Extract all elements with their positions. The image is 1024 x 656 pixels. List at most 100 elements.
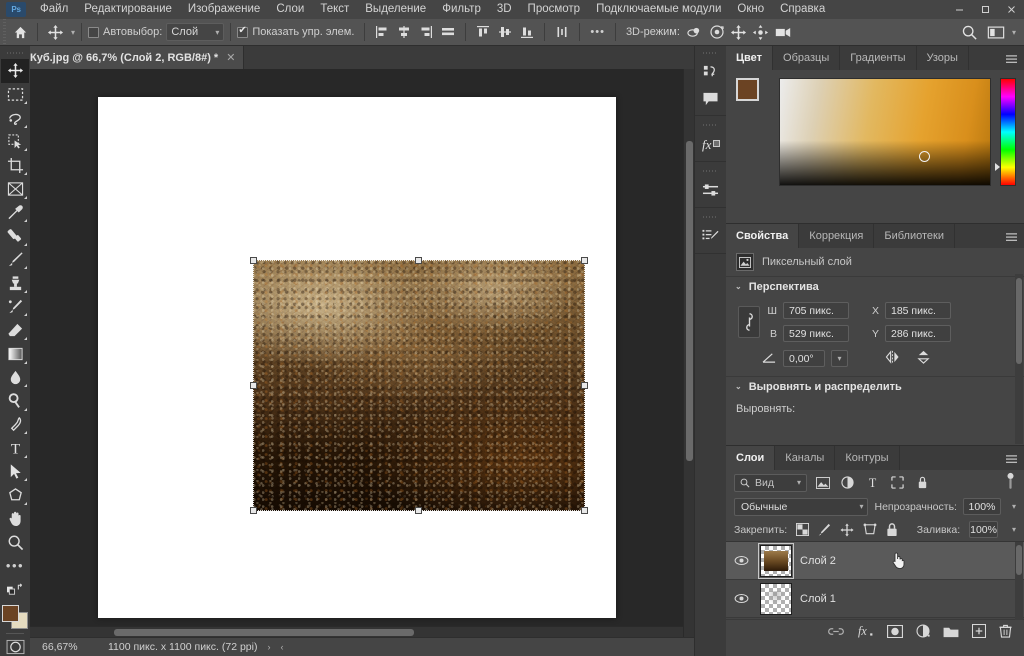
distribute-bottom-icon[interactable] [516, 21, 538, 43]
panel-menu-icon[interactable] [1005, 446, 1018, 470]
crop-tool[interactable] [1, 153, 29, 177]
align-section-header[interactable]: ⌄ Выровнять и распределить [726, 376, 1024, 396]
tab-adjustments[interactable]: Коррекция [799, 224, 875, 248]
menu-3d[interactable]: 3D [489, 0, 520, 19]
show-controls-checkbox[interactable] [237, 25, 249, 38]
lock-image-pixels-icon[interactable] [818, 521, 831, 538]
filter-toggle-icon[interactable] [1005, 472, 1016, 493]
clone-stamp-tool[interactable] [1, 271, 29, 295]
history-icon[interactable] [697, 59, 725, 85]
maximize-button[interactable] [972, 0, 998, 19]
workspace-chevron-icon[interactable]: ▾ [1012, 28, 1016, 37]
align-top-edges-icon[interactable] [437, 21, 459, 43]
tab-channels[interactable]: Каналы [775, 446, 836, 470]
close-icon[interactable]: ✕ [226, 51, 235, 64]
rectangular-marquee-tool[interactable] [1, 83, 29, 107]
distribute-vertical-centers-icon[interactable] [494, 21, 516, 43]
panel-menu-icon[interactable] [1005, 224, 1018, 248]
tab-layers[interactable]: Слои [726, 446, 776, 470]
gradient-tool[interactable] [1, 342, 29, 366]
home-icon[interactable] [9, 21, 31, 43]
scrollbar-thumb[interactable] [1016, 278, 1022, 364]
tab-patterns[interactable]: Узоры [916, 46, 969, 70]
lock-artboard-icon[interactable] [863, 521, 877, 538]
menu-view[interactable]: Просмотр [520, 0, 589, 19]
menu-plugins[interactable]: Подключаемые модули [588, 0, 729, 19]
flip-horizontal-icon[interactable] [880, 350, 905, 367]
link-layers-icon[interactable] [828, 626, 844, 637]
align-right-edges-icon[interactable] [415, 21, 437, 43]
tab-swatches[interactable]: Образцы [773, 46, 841, 70]
rail-grip[interactable] [703, 213, 718, 222]
panel-menu-icon[interactable] [1005, 46, 1018, 70]
status-expand-icon[interactable]: › [267, 642, 270, 652]
menu-help[interactable]: Справка [772, 0, 833, 19]
rail-grip[interactable] [703, 121, 718, 130]
transform-handle-bottom-right[interactable] [581, 507, 588, 514]
transform-handle-middle-right[interactable] [581, 382, 588, 389]
more-options-button[interactable]: ••• [586, 26, 609, 38]
x-position-field[interactable]: 185 пикс. [885, 302, 951, 319]
object-selection-tool[interactable] [1, 130, 29, 154]
menu-text[interactable]: Текст [312, 0, 357, 19]
angle-dropdown[interactable]: ▾ [831, 350, 848, 367]
move-tool-preset-caret-icon[interactable]: ▾ [71, 28, 75, 37]
type-tool[interactable]: T [1, 436, 29, 460]
default-colors-swap-icons[interactable] [1, 578, 29, 602]
menu-select[interactable]: Выделение [357, 0, 434, 19]
layer-visibility-toggle[interactable] [730, 593, 752, 604]
transform-handle-bottom-center[interactable] [415, 507, 422, 514]
move-tool[interactable] [1, 59, 29, 83]
spot-healing-brush-tool[interactable] [1, 224, 29, 248]
layer-row-1[interactable]: Слой 1 [726, 580, 1024, 618]
lock-all-icon[interactable] [886, 521, 899, 538]
auto-select-scope-dropdown[interactable]: Слой ▾ [166, 23, 225, 41]
tab-color[interactable]: Цвет [726, 46, 774, 70]
new-layer-icon[interactable] [972, 624, 986, 638]
edit-toolbar-button[interactable]: ••• [1, 554, 29, 578]
hue-slider[interactable] [995, 78, 1016, 186]
brush-tool[interactable] [1, 248, 29, 272]
transform-handle-top-left[interactable] [250, 257, 257, 264]
status-collapse-icon[interactable]: ‹ [280, 642, 283, 652]
color-swatches[interactable] [2, 605, 28, 629]
opacity-field[interactable]: 100% [962, 498, 1001, 515]
slide-3d-icon[interactable] [750, 21, 772, 43]
lock-transparent-pixels-icon[interactable] [796, 521, 810, 538]
lasso-tool[interactable] [1, 106, 29, 130]
layer-name[interactable]: Слой 2 [800, 555, 836, 567]
width-field[interactable]: 705 пикс. [783, 302, 849, 319]
filter-smart-icon[interactable] [913, 473, 932, 492]
add-layer-mask-icon[interactable] [887, 624, 903, 638]
eyedropper-tool[interactable] [1, 201, 29, 225]
menu-file[interactable]: Файл [32, 0, 76, 19]
scrollbar-thumb[interactable] [1016, 545, 1022, 575]
fill-field[interactable]: 100% [969, 521, 998, 538]
transform-handle-top-center[interactable] [415, 257, 422, 264]
layer-row-0[interactable]: Слой 2 [726, 542, 1024, 580]
canvas-area[interactable] [30, 69, 694, 637]
shape-tool[interactable] [1, 483, 29, 507]
tab-properties[interactable]: Свойства [726, 224, 800, 248]
opacity-slider-chevron-icon[interactable]: ▾ [1012, 502, 1016, 511]
layer-thumbnail[interactable] [758, 542, 794, 579]
history-brush-tool[interactable] [1, 295, 29, 319]
filter-pixel-icon[interactable] [813, 473, 832, 492]
pen-tool[interactable] [1, 413, 29, 437]
options-bar-grip[interactable] [0, 18, 9, 46]
move-tool-icon[interactable] [44, 21, 66, 43]
distribute-width-icon[interactable] [551, 21, 573, 43]
color-panel-swatches[interactable] [736, 78, 770, 110]
hue-slider-marker[interactable] [995, 163, 1000, 171]
color-spectrum-ramp[interactable] [779, 78, 991, 186]
filter-adjustment-icon[interactable] [838, 473, 857, 492]
rail-grip[interactable] [703, 167, 718, 176]
rail-grip[interactable] [703, 49, 718, 58]
align-left-edges-icon[interactable] [371, 21, 393, 43]
menu-layers[interactable]: Слои [268, 0, 312, 19]
new-adjustment-layer-icon[interactable] [916, 624, 930, 638]
flip-vertical-icon[interactable] [911, 350, 936, 367]
transform-handle-middle-left[interactable] [250, 382, 257, 389]
height-field[interactable]: 529 пикс. [783, 325, 849, 342]
foreground-color-swatch[interactable] [2, 605, 19, 623]
